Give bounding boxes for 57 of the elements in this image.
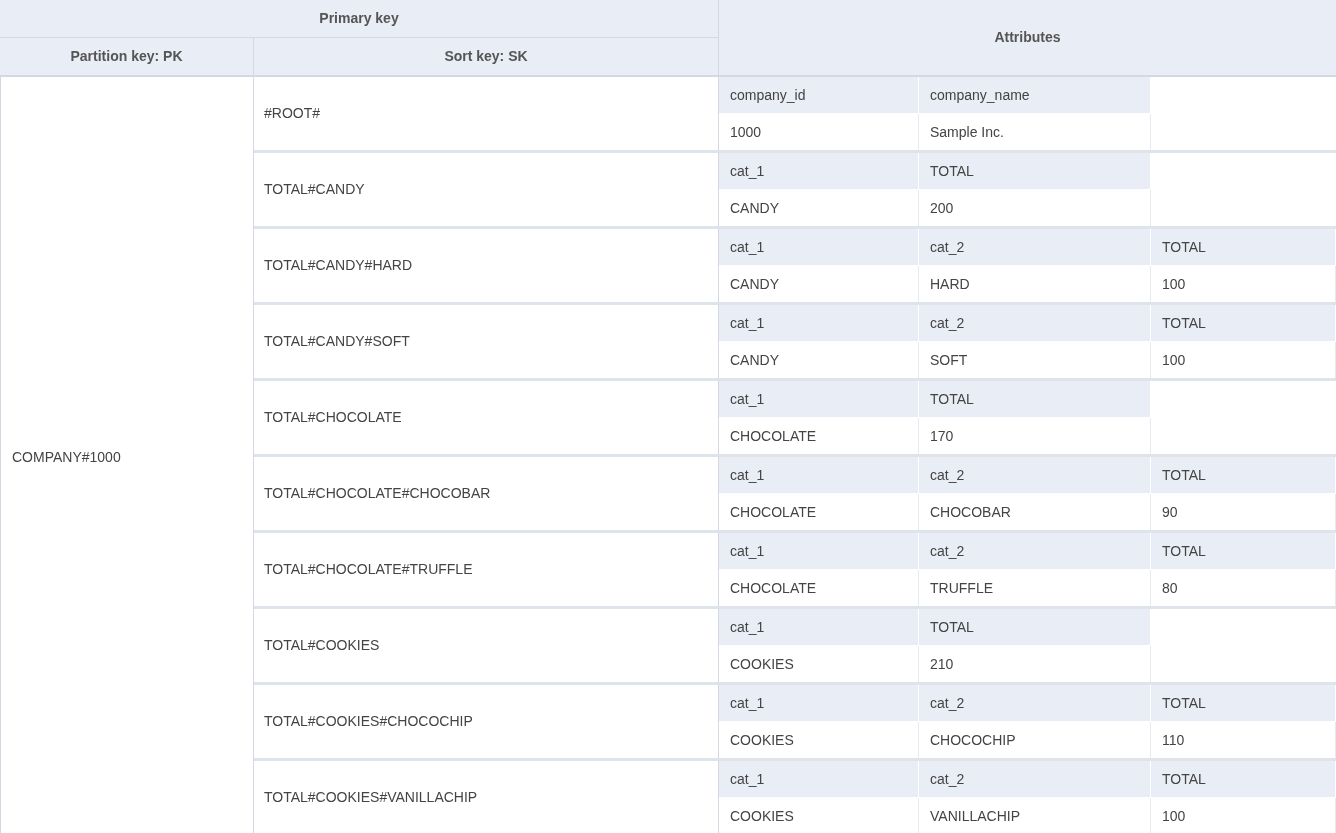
attribute-value-cell: 90	[1151, 494, 1336, 530]
attribute-value-cell: 110	[1151, 722, 1336, 758]
attribute-value-cell: VANILLACHIP	[919, 798, 1151, 833]
attribute-name-cell: TOTAL	[1151, 305, 1336, 342]
attribute-value-cell: CANDY	[719, 342, 919, 378]
attribute-name-cell: cat_1	[719, 457, 919, 494]
attribute-name-cell: cat_1	[719, 305, 919, 342]
attribute-value-cell: CANDY	[719, 266, 919, 302]
attribute-name-cell: TOTAL	[919, 609, 1151, 646]
attribute-name-cell: TOTAL	[919, 381, 1151, 418]
attribute-name-cell: TOTAL	[1151, 457, 1336, 494]
attribute-name-cell: cat_2	[919, 761, 1151, 798]
attribute-value-cell: 210	[919, 646, 1151, 682]
attribute-value-cell: CHOCOBAR	[919, 494, 1151, 530]
attribute-value-cell: CHOCOLATE	[719, 494, 919, 530]
attribute-name-cell: TOTAL	[1151, 229, 1336, 266]
attribute-name-cell: cat_2	[919, 685, 1151, 722]
attribute-name-cell: cat_1	[719, 381, 919, 418]
attribute-name-cell: cat_1	[719, 153, 919, 190]
header-cell: Primary key	[0, 0, 719, 38]
attribute-name-cell: TOTAL	[1151, 685, 1336, 722]
attribute-name-cell: TOTAL	[1151, 761, 1336, 798]
attribute-value-cell: COOKIES	[719, 646, 919, 682]
attribute-value-cell: CHOCOLATE	[719, 570, 919, 606]
attribute-name-cell: cat_2	[919, 457, 1151, 494]
attribute-name-cell: cat_1	[719, 229, 919, 266]
attribute-value-cell: Sample Inc.	[919, 114, 1151, 150]
attribute-name-cell: company_name	[919, 77, 1151, 114]
attribute-value-cell: COOKIES	[719, 798, 919, 833]
attribute-name-cell: TOTAL	[1151, 533, 1336, 570]
attribute-value-cell: 1000	[719, 114, 919, 150]
attribute-value-cell: TRUFFLE	[919, 570, 1151, 606]
attribute-name-cell: cat_2	[919, 533, 1151, 570]
header-cell: Partition key: PK	[0, 38, 254, 77]
attribute-value-cell: CHOCOLATE	[719, 418, 919, 454]
header-cell: Sort key: SK	[254, 38, 719, 77]
attribute-name-cell: cat_1	[719, 609, 919, 646]
attribute-name-cell: cat_2	[919, 229, 1151, 266]
attribute-name-cell: cat_1	[719, 685, 919, 722]
attribute-value-cell: CHOCOCHIP	[919, 722, 1151, 758]
attribute-name-cell: company_id	[719, 77, 919, 114]
attribute-name-cell: cat_2	[919, 305, 1151, 342]
attribute-value-cell: SOFT	[919, 342, 1151, 378]
attribute-value-cell: HARD	[919, 266, 1151, 302]
attribute-name-cell: TOTAL	[919, 153, 1151, 190]
attribute-value-cell: CANDY	[719, 190, 919, 226]
attribute-name-cell: cat_1	[719, 761, 919, 798]
attribute-value-cell: 100	[1151, 266, 1336, 302]
attribute-value-cell: 170	[919, 418, 1151, 454]
table-cell: COMPANY#1000	[0, 77, 254, 833]
attribute-value-cell: 100	[1151, 798, 1336, 833]
attribute-name-cell: cat_1	[719, 533, 919, 570]
attribute-value-cell: 80	[1151, 570, 1336, 606]
attribute-value-cell: 200	[919, 190, 1151, 226]
header-cell: Attributes	[719, 0, 1336, 77]
attribute-value-cell: 100	[1151, 342, 1336, 378]
attribute-value-cell: COOKIES	[719, 722, 919, 758]
